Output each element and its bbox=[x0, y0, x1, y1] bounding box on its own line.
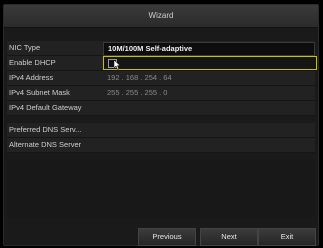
alternate-dns-row: Alternate DNS Server bbox=[7, 138, 315, 153]
ipv4-address-row: IPv4 Address 192 . 168 . 254 . 64 bbox=[7, 71, 315, 86]
ipv4-address-input[interactable]: 192 . 168 . 254 . 64 bbox=[107, 71, 172, 85]
enable-dhcp-label: Enable DHCP bbox=[9, 58, 56, 67]
nic-type-label: NIC Type bbox=[9, 43, 41, 52]
ipv4-subnet-mask-label: IPv4 Subnet Mask bbox=[9, 88, 70, 97]
enable-dhcp-focus-field[interactable] bbox=[103, 56, 317, 70]
screen: Wizard NIC Type 10M/100M Self-adaptive E… bbox=[0, 0, 323, 248]
empty-content-area bbox=[7, 160, 315, 218]
mouse-pointer-icon bbox=[114, 60, 121, 70]
ipv4-default-gateway-row: IPv4 Default Gateway bbox=[7, 101, 315, 116]
exit-button[interactable]: Exit bbox=[258, 228, 316, 246]
enable-dhcp-row: Enable DHCP bbox=[7, 56, 317, 71]
ipv4-address-label: IPv4 Address bbox=[9, 73, 54, 82]
ipv4-subnet-mask-input[interactable]: 255 . 255 . 255 . 0 bbox=[107, 86, 167, 100]
nic-type-select[interactable]: 10M/100M Self-adaptive bbox=[103, 42, 315, 56]
next-button[interactable]: Next bbox=[200, 228, 258, 246]
ipv4-default-gateway-label: IPv4 Default Gateway bbox=[9, 103, 82, 112]
dialog-title: Wizard bbox=[4, 5, 318, 28]
alternate-dns-label: Alternate DNS Server bbox=[9, 140, 82, 149]
button-bar: Previous Next Exit bbox=[4, 228, 318, 246]
wizard-dialog: Wizard NIC Type 10M/100M Self-adaptive E… bbox=[3, 4, 319, 246]
previous-button[interactable]: Previous bbox=[138, 228, 196, 246]
nic-type-row: NIC Type 10M/100M Self-adaptive bbox=[7, 41, 315, 56]
preferred-dns-row: Preferred DNS Serv... bbox=[7, 123, 315, 138]
nic-type-value: 10M/100M Self-adaptive bbox=[108, 44, 193, 53]
ipv4-subnet-mask-row: IPv4 Subnet Mask 255 . 255 . 255 . 0 bbox=[7, 86, 315, 101]
preferred-dns-label: Preferred DNS Serv... bbox=[9, 125, 82, 134]
